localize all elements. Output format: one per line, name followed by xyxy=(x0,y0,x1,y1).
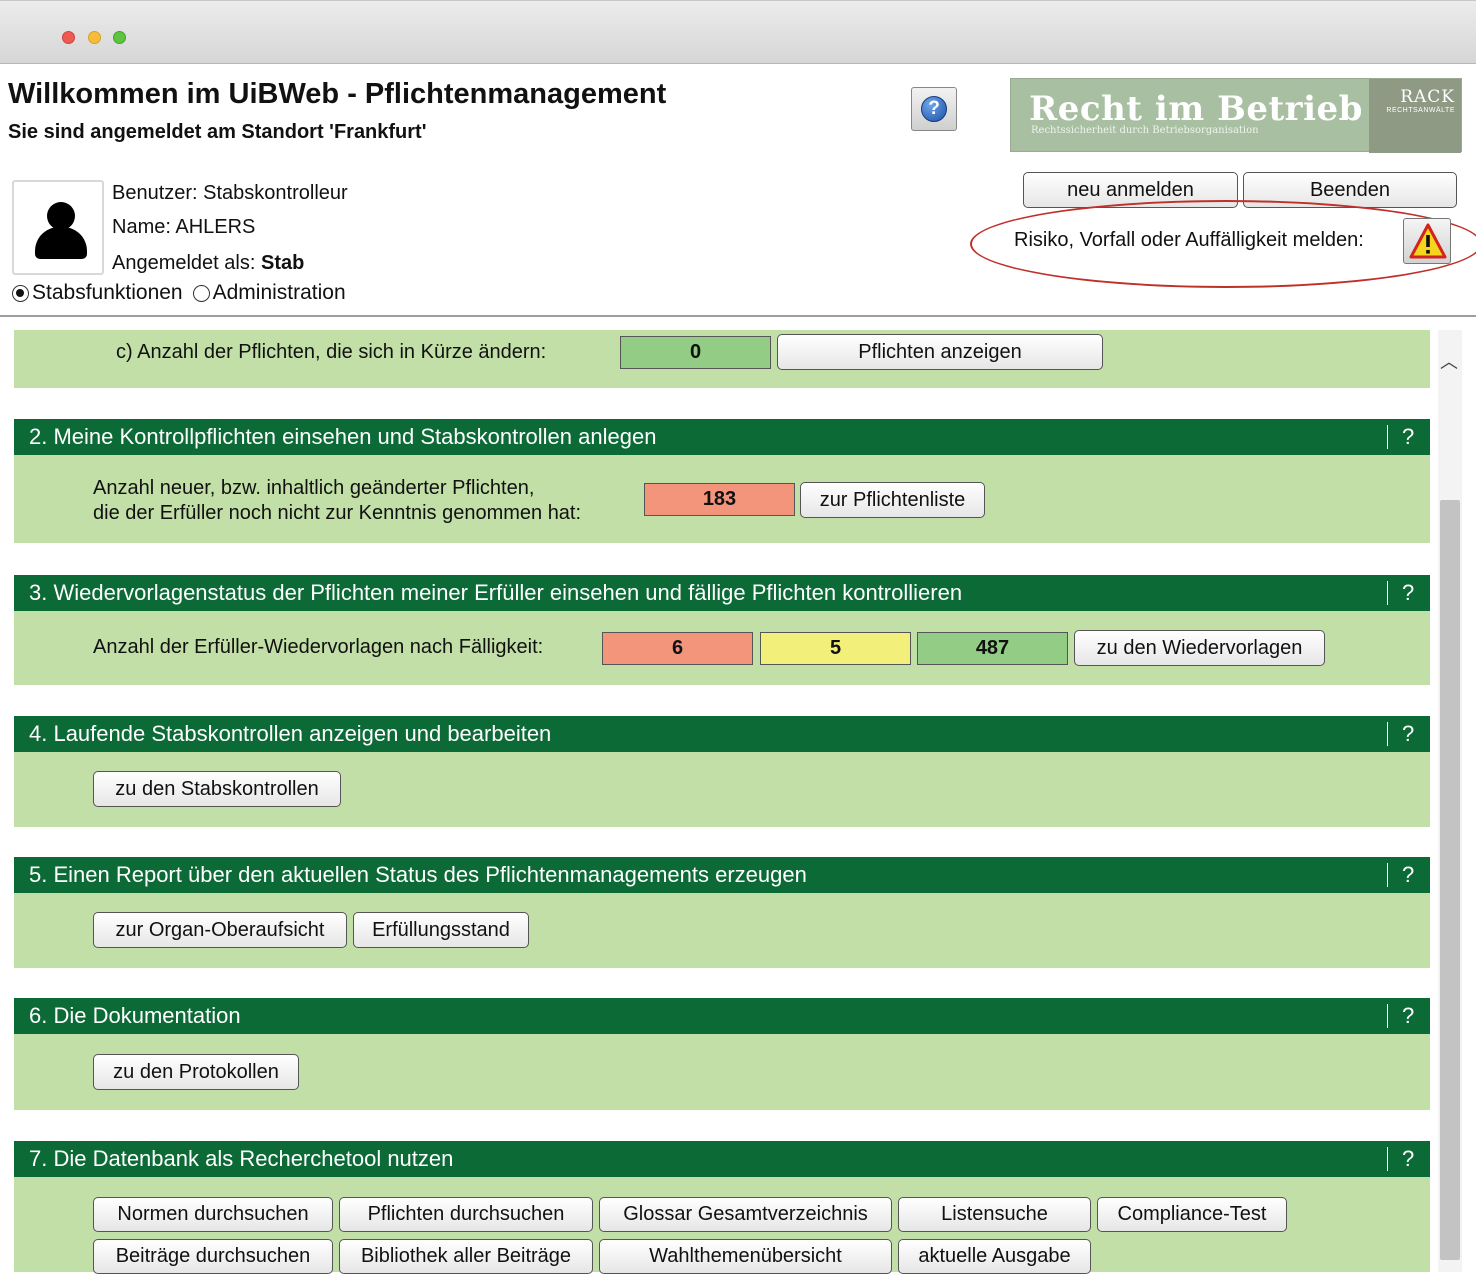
section-5-header: 5. Einen Report über den aktuellen Statu… xyxy=(14,857,1430,893)
section-4-help[interactable]: ? xyxy=(1402,721,1414,747)
stabskontrollen-button[interactable]: zu den Stabskontrollen xyxy=(93,771,341,807)
section-7-panel: Normen durchsuchen Pflichten durchsuchen… xyxy=(14,1177,1430,1274)
scrollbar-thumb[interactable] xyxy=(1440,500,1460,1260)
section-c-panel: c) Anzahl der Pflichten, die sich in Kür… xyxy=(14,330,1430,388)
beitraege-durchsuchen-button[interactable]: Beiträge durchsuchen xyxy=(93,1239,333,1274)
pflichtenliste-button[interactable]: zur Pflichtenliste xyxy=(800,482,985,518)
window-minimize-button[interactable] xyxy=(88,31,101,44)
section-2-header: 2. Meine Kontrollpflichten einsehen und … xyxy=(14,419,1430,455)
pflichten-anzeigen-button[interactable]: Pflichten anzeigen xyxy=(777,334,1103,370)
section-7-help[interactable]: ? xyxy=(1402,1146,1414,1172)
erfuellungsstand-button[interactable]: Erfüllungsstand xyxy=(353,912,529,948)
normen-durchsuchen-button[interactable]: Normen durchsuchen xyxy=(93,1197,333,1232)
question-circle-icon: ? xyxy=(921,96,947,122)
user-name: Name: AHLERS xyxy=(112,216,256,238)
section-6-title: 6. Die Dokumentation xyxy=(29,1003,241,1028)
section-6-header: 6. Die Dokumentation ? xyxy=(14,998,1430,1034)
avatar xyxy=(12,180,104,275)
window-close-button[interactable] xyxy=(62,31,75,44)
section-2-title: 2. Meine Kontrollpflichten einsehen und … xyxy=(29,424,657,449)
due-soon-count: 5 xyxy=(760,632,911,665)
section-7-title: 7. Die Datenbank als Recherchetool nutze… xyxy=(29,1146,454,1171)
risk-report-button[interactable] xyxy=(1403,218,1451,264)
radio-administration[interactable] xyxy=(192,284,210,302)
section-2-label-line2: die der Erfüller noch nicht zur Kenntnis… xyxy=(93,502,582,524)
changing-duties-count: 0 xyxy=(620,336,771,369)
radio-administration-label[interactable]: Administration xyxy=(213,281,346,305)
on-time-count: 487 xyxy=(917,632,1068,665)
section-6-panel: zu den Protokollen xyxy=(14,1034,1430,1110)
section-4-panel: zu den Stabskontrollen xyxy=(14,752,1430,827)
location-subtitle: Sie sind angemeldet am Standort 'Frankfu… xyxy=(8,121,427,143)
section-2-help[interactable]: ? xyxy=(1402,424,1414,450)
section-2-label-line1: Anzahl neuer, bzw. inhaltlich geänderter… xyxy=(93,477,535,499)
rack-logo: RACK RECHTSANWÄLTE xyxy=(1369,79,1461,153)
user-role: Benutzer: Stabskontrolleur xyxy=(112,182,348,204)
protokolle-button[interactable]: zu den Protokollen xyxy=(93,1054,299,1090)
help-button[interactable]: ? xyxy=(911,87,957,131)
section-4-header: 4. Laufende Stabskontrollen anzeigen und… xyxy=(14,716,1430,752)
recht-im-betrieb-logo: Recht im Betrieb Rechtssicherheit durch … xyxy=(1010,78,1462,153)
section-5-help[interactable]: ? xyxy=(1402,862,1414,888)
warning-triangle-icon xyxy=(1409,223,1447,259)
risk-report-label: Risiko, Vorfall oder Auffälligkeit melde… xyxy=(1014,229,1364,251)
section-2-panel: Anzahl neuer, bzw. inhaltlich geänderter… xyxy=(14,455,1430,543)
radio-stabsfunktionen[interactable] xyxy=(12,284,29,302)
bibliothek-button[interactable]: Bibliothek aller Beiträge xyxy=(339,1239,593,1274)
mode-radio-group: Stabsfunktionen Administration xyxy=(12,281,346,305)
overdue-count: 6 xyxy=(602,632,753,665)
section-4-title: 4. Laufende Stabskontrollen anzeigen und… xyxy=(29,721,552,746)
section-5-panel: zur Organ-Oberaufsicht Erfüllungsstand xyxy=(14,893,1430,968)
section-3-label: Anzahl der Erfüller-Wiedervorlagen nach … xyxy=(93,636,544,658)
section-6-help[interactable]: ? xyxy=(1402,1003,1414,1029)
organ-oberaufsicht-button[interactable]: zur Organ-Oberaufsicht xyxy=(93,912,347,948)
radio-stabsfunktionen-label[interactable]: Stabsfunktionen xyxy=(32,281,183,305)
pflichten-durchsuchen-button[interactable]: Pflichten durchsuchen xyxy=(339,1197,593,1232)
aktuelle-ausgabe-button[interactable]: aktuelle Ausgabe xyxy=(898,1239,1091,1274)
compliance-test-button[interactable]: Compliance-Test xyxy=(1097,1197,1287,1232)
section-3-help[interactable]: ? xyxy=(1402,580,1414,606)
logo-title: Recht im Betrieb xyxy=(1029,89,1363,129)
section-3-header: 3. Wiedervorlagenstatus der Pflichten me… xyxy=(14,575,1430,611)
section-c-label: c) Anzahl der Pflichten, die sich in Kür… xyxy=(116,341,547,363)
header-divider xyxy=(0,315,1476,317)
page-title: Willkommen im UiBWeb - Pflichtenmanageme… xyxy=(8,78,667,110)
logged-in-as: Angemeldet als: Stab xyxy=(112,252,304,275)
chevron-up-icon[interactable]: ︿ xyxy=(1440,348,1458,374)
wiedervorlagen-button[interactable]: zu den Wiedervorlagen xyxy=(1074,630,1325,666)
rack-logo-text: RACK xyxy=(1400,87,1455,107)
new-duties-count: 183 xyxy=(644,483,795,516)
glossar-button[interactable]: Glossar Gesamtverzeichnis xyxy=(599,1197,892,1232)
section-3-title: 3. Wiedervorlagenstatus der Pflichten me… xyxy=(29,580,963,605)
listensuche-button[interactable]: Listensuche xyxy=(898,1197,1091,1232)
section-7-header: 7. Die Datenbank als Recherchetool nutze… xyxy=(14,1141,1430,1177)
window-titlebar xyxy=(0,0,1476,64)
logged-in-as-value: Stab xyxy=(260,252,305,274)
wahlthemenuebersicht-button[interactable]: Wahlthemenübersicht xyxy=(599,1239,892,1274)
section-5-title: 5. Einen Report über den aktuellen Statu… xyxy=(29,862,807,887)
window-maximize-button[interactable] xyxy=(113,31,126,44)
logged-in-as-label: Angemeldet als: xyxy=(112,252,261,274)
logo-tagline: Rechtssicherheit durch Betriebsorganisat… xyxy=(1031,125,1259,136)
section-3-panel: Anzahl der Erfüller-Wiedervorlagen nach … xyxy=(14,611,1430,685)
rack-logo-subtext: RECHTSANWÄLTE xyxy=(1386,107,1455,114)
